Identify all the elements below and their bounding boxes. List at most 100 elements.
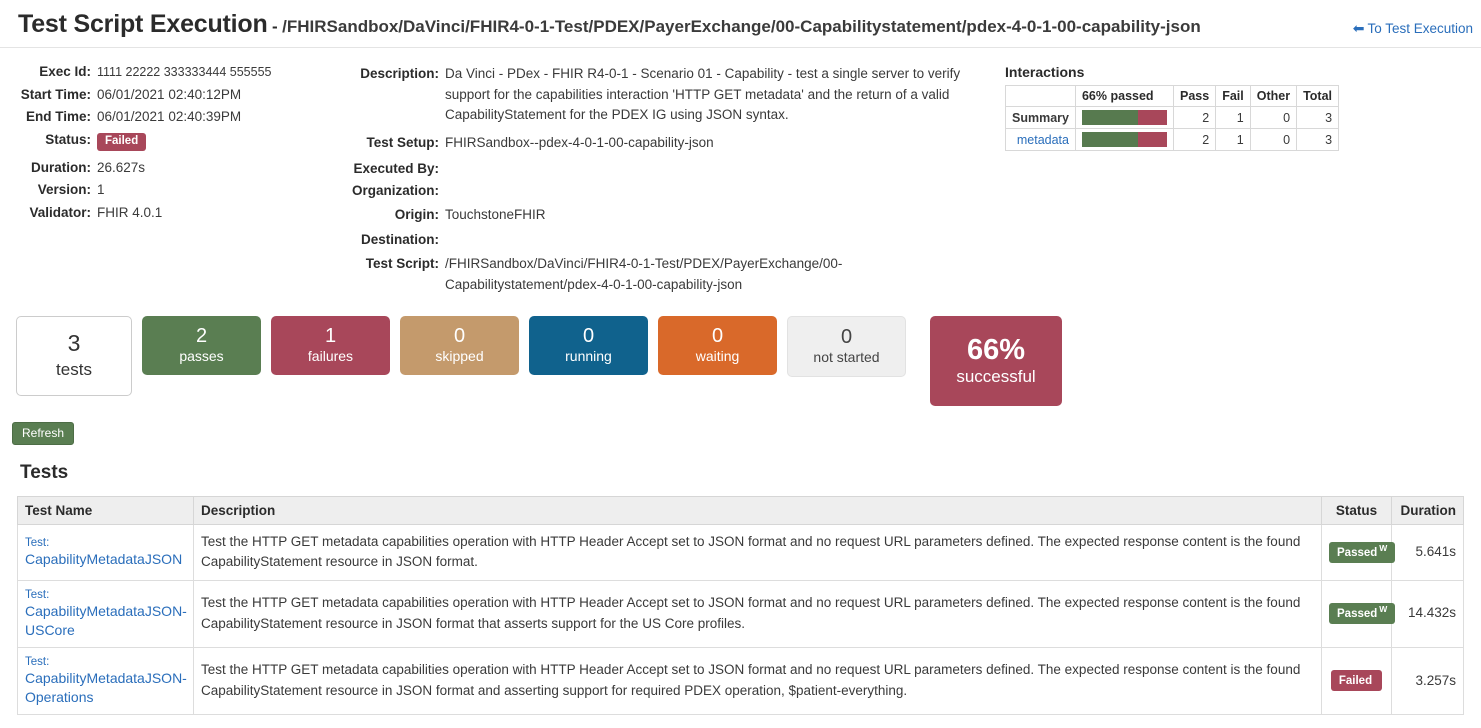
stat-tile-not-started-count: 0 — [840, 326, 853, 348]
stat-tile-successful-percent: 66% — [966, 334, 1026, 366]
interactions-table: 66% passed Pass Fail Other Total Summary… — [1005, 85, 1340, 151]
test-duration-cell: 14.432s — [1391, 579, 1464, 648]
stat-tile-waiting[interactable]: 0 waiting — [658, 316, 777, 376]
tests-header-row: Test Name Description Status Duration — [17, 496, 1464, 525]
test-name-cell[interactable]: Test: CapabilityMetadataJSON — [17, 524, 194, 581]
stat-tile-tests-label: tests — [56, 359, 92, 379]
stat-tile-failures[interactable]: 1 failures — [271, 316, 390, 376]
table-row: Test: CapabilityMetadataJSON Test the HT… — [17, 524, 1464, 581]
interactions-col-pass: Pass — [1172, 85, 1217, 107]
stat-tiles: 3 tests 2 passes 1 failures 0 skipped 0 … — [16, 316, 1062, 406]
exec-id-label: Exec Id: — [39, 64, 91, 79]
page-header: Test Script Execution - /FHIRSandbox/DaV… — [0, 0, 1481, 48]
validator-link[interactable]: FHIR 4.0.1 — [97, 205, 162, 220]
test-description-cell: Test the HTTP GET metadata capabilities … — [193, 579, 1322, 648]
end-time-row: End Time: 06/01/2021 02:40:39PM — [0, 109, 300, 124]
validator-row: Validator: FHIR 4.0.1 — [0, 205, 300, 220]
stat-tile-skipped-count: 0 — [453, 325, 466, 347]
version-value: 1 — [97, 182, 105, 198]
test-duration-cell: 3.257s — [1391, 646, 1464, 715]
left-arrow-icon: ⬅ — [1352, 20, 1365, 36]
status-badge-label: Passed — [1337, 607, 1378, 620]
interactions-total-summary: 3 — [1296, 106, 1340, 129]
stat-tile-running[interactable]: 0 running — [529, 316, 648, 376]
test-name-prefix: Test: — [25, 588, 50, 601]
interactions-row-label-metadata[interactable]: metadata — [1005, 128, 1076, 151]
progress-bar — [1081, 132, 1167, 147]
stat-tile-skipped-label: skipped — [435, 348, 484, 365]
interactions-heading: Interactions — [1005, 64, 1085, 80]
tests-col-description: Description — [193, 496, 1322, 525]
table-row: Test: CapabilityMetadataJSON-Operations … — [17, 646, 1464, 715]
start-time-label: Start Time: — [20, 86, 91, 102]
interactions-header-row: 66% passed Pass Fail Other Total — [1005, 85, 1340, 107]
stat-tile-running-count: 0 — [582, 325, 595, 347]
stat-tile-passes-label: passes — [179, 348, 224, 365]
test-name-link[interactable]: CapabilityMetadataJSON-Operations — [25, 669, 187, 707]
stat-tile-failures-count: 1 — [324, 325, 337, 347]
table-row: Summary 2 1 0 3 — [1005, 106, 1340, 129]
stat-tile-passes[interactable]: 2 passes — [142, 316, 261, 376]
page-title-path: /FHIRSandbox/DaVinci/FHIR4-0-1-Test/PDEX… — [282, 17, 1201, 36]
interactions-bar-metadata — [1074, 128, 1174, 151]
test-name-link[interactable]: CapabilityMetadataJSON-USCore — [25, 602, 187, 640]
origin-row: Origin: TouchstoneFHIR — [300, 205, 990, 226]
test-name-cell[interactable]: Test: CapabilityMetadataJSON-USCore — [17, 579, 194, 648]
stat-tile-waiting-count: 0 — [711, 325, 724, 347]
test-script-link[interactable]: /FHIRSandbox/DaVinci/FHIR4-0-1-Test/PDEX… — [445, 254, 870, 295]
test-setup-label: Test Setup: — [366, 134, 439, 150]
status-badge: Failed — [97, 132, 147, 151]
test-setup-value: FHIRSandbox--pdex-4-0-1-00-capability-js… — [445, 134, 714, 150]
stat-tile-tests[interactable]: 3 tests — [16, 316, 132, 396]
interactions-panel: Interactions 66% passed Pass Fail Other … — [1005, 64, 1340, 151]
stat-tile-not-started-label: not started — [813, 349, 880, 366]
description-label: Description: — [360, 66, 439, 81]
page-title-main: Test Script Execution — [18, 10, 268, 38]
interactions-col-fail: Fail — [1215, 85, 1251, 107]
test-name-prefix: Test: — [25, 536, 50, 549]
version-row: Version: 1 — [0, 182, 300, 197]
status-badge-label: Failed — [1338, 675, 1373, 688]
test-script-execution-page: Test Script Execution - /FHIRSandbox/DaV… — [0, 0, 1481, 728]
stat-tile-skipped[interactable]: 0 skipped — [400, 316, 519, 376]
test-status-cell: Passed W — [1321, 524, 1396, 581]
executed-by-row: Executed By: — [300, 161, 990, 176]
to-test-execution-link[interactable]: ⬅ To Test Execution — [1353, 20, 1473, 37]
test-setup-row: Test Setup: FHIRSandbox--pdex-4-0-1-00-c… — [300, 133, 990, 154]
destination-row: Destination: — [300, 232, 990, 247]
status-badge: Passed W — [1329, 603, 1396, 625]
interactions-total-metadata: 3 — [1296, 128, 1340, 151]
organization-label: Organization: — [352, 182, 439, 198]
interactions-pass-summary: 2 — [1172, 106, 1217, 129]
execution-summary-left: Exec Id: 1111 22222 333333444 555555 Sta… — [0, 64, 300, 227]
stat-tile-waiting-label: waiting — [695, 348, 740, 365]
test-name-link[interactable]: CapabilityMetadataJSON — [25, 550, 186, 569]
interactions-fail-metadata: 1 — [1215, 128, 1251, 151]
stat-tile-failures-label: failures — [307, 348, 354, 365]
stat-tile-not-started[interactable]: 0 not started — [787, 316, 906, 378]
status-label: Status: — [45, 131, 91, 147]
test-status-cell: Failed — [1321, 646, 1392, 715]
tests-table: Test Name Description Status Duration Te… — [17, 496, 1464, 715]
tests-col-status: Status — [1321, 496, 1392, 525]
test-name-cell[interactable]: Test: CapabilityMetadataJSON-Operations — [17, 646, 194, 715]
progress-bar — [1081, 110, 1167, 125]
duration-value: 26.627s — [97, 159, 146, 175]
stat-tile-tests-count: 3 — [67, 330, 81, 356]
test-script-row: Test Script: /FHIRSandbox/DaVinci/FHIR4-… — [300, 254, 990, 295]
start-time-row: Start Time: 06/01/2021 02:40:12PM — [0, 87, 300, 102]
status-row: Status: Failed — [0, 132, 300, 151]
tests-col-duration: Duration — [1391, 496, 1464, 525]
end-time-label: End Time: — [25, 109, 91, 124]
to-test-execution-label: To Test Execution — [1367, 21, 1473, 36]
interactions-bar-summary — [1074, 106, 1174, 129]
interactions-col-passed-pct: 66% passed — [1074, 85, 1174, 107]
interactions-fail-summary: 1 — [1215, 106, 1251, 129]
table-row: Test: CapabilityMetadataJSON-USCore Test… — [17, 579, 1464, 648]
page-title: Test Script Execution - /FHIRSandbox/DaV… — [18, 10, 1201, 39]
test-status-cell: Passed W — [1321, 579, 1396, 648]
table-row: metadata 2 1 0 3 — [1005, 128, 1340, 151]
refresh-button[interactable]: Refresh — [12, 422, 75, 445]
interactions-col-blank — [1005, 85, 1076, 107]
stat-tile-successful: 66% successful — [930, 316, 1062, 406]
